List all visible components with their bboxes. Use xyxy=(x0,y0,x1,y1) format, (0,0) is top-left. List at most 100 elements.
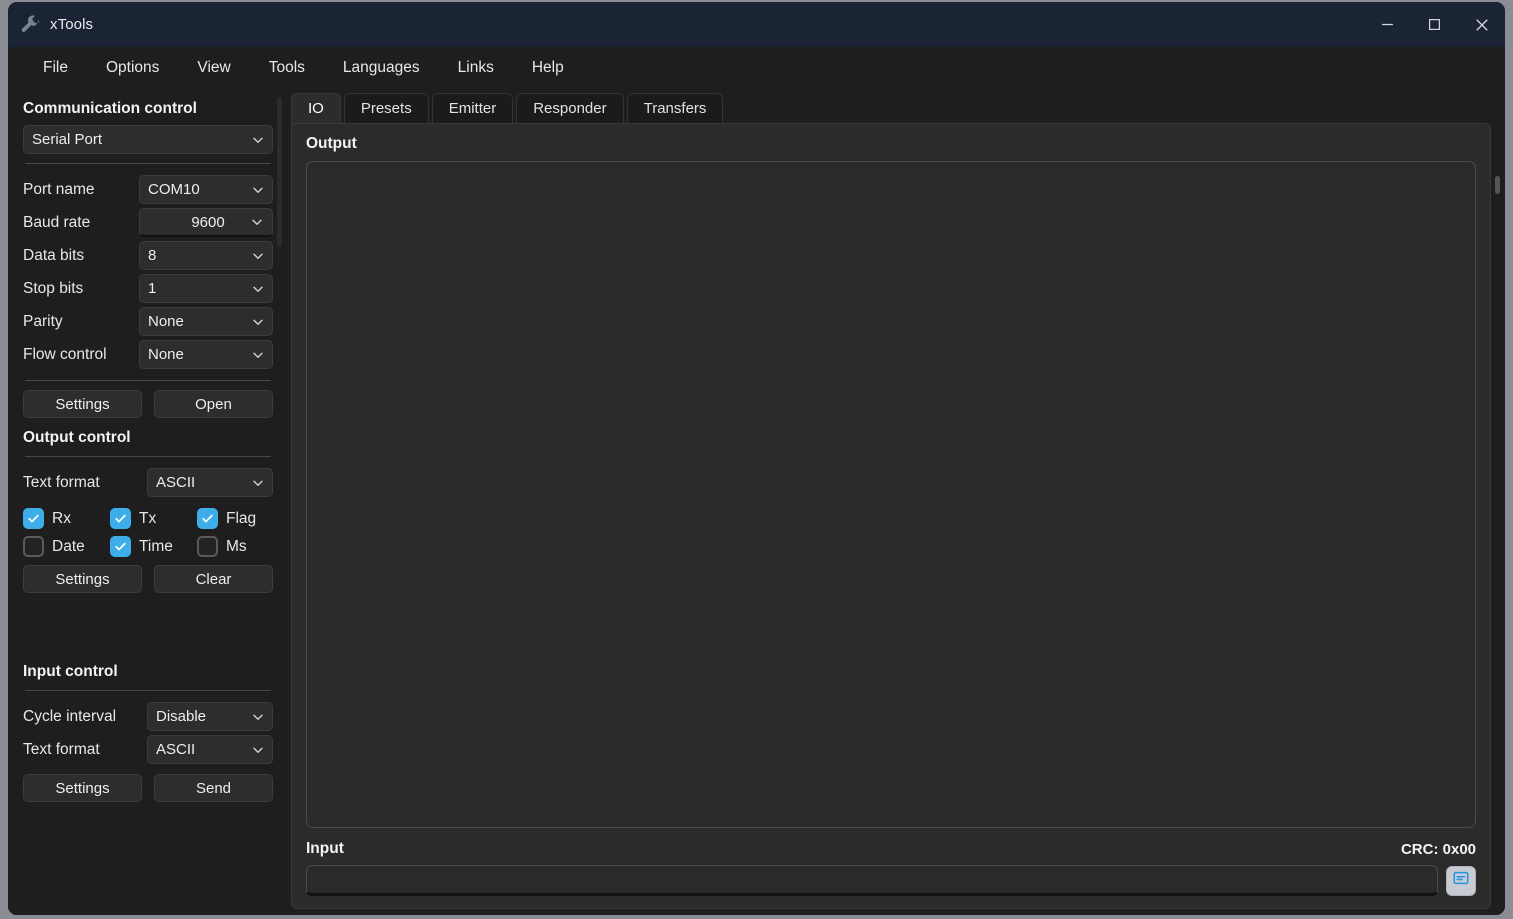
window-title: xTools xyxy=(50,16,93,33)
checkbox-tx-label: Tx xyxy=(139,510,156,528)
menu-item-help[interactable]: Help xyxy=(513,53,583,83)
chevron-down-icon xyxy=(248,740,268,760)
output-text-area[interactable] xyxy=(306,161,1476,828)
field-stop-bits: Stop bits 1 xyxy=(23,272,273,305)
divider xyxy=(25,380,271,381)
checkbox-time[interactable]: Time xyxy=(110,536,197,557)
input-row xyxy=(306,865,1476,896)
port-name-label: Port name xyxy=(23,181,131,199)
chevron-down-icon xyxy=(248,130,268,150)
field-cycle-interval: Cycle interval Disable xyxy=(23,700,273,733)
checkbox-rx[interactable]: Rx xyxy=(23,508,110,529)
field-parity: Parity None xyxy=(23,305,273,338)
input-text-format-label: Text format xyxy=(23,741,141,759)
sidebar-scrollbar[interactable] xyxy=(277,97,282,247)
chevron-down-icon xyxy=(248,312,268,332)
menu-item-options[interactable]: Options xyxy=(87,53,178,83)
communication-control-title: Communication control xyxy=(23,100,273,118)
checkbox-time-label: Time xyxy=(139,538,173,556)
communication-open-button[interactable]: Open xyxy=(154,390,273,418)
tab-io[interactable]: IO xyxy=(291,93,341,123)
app-window: xTools File Options View Tools Languages… xyxy=(8,2,1505,915)
data-bits-combo[interactable]: 8 xyxy=(139,241,273,270)
crc-value: CRC: 0x00 xyxy=(1401,841,1476,858)
baud-rate-combo[interactable]: 9600 xyxy=(139,208,273,237)
output-clear-button[interactable]: Clear xyxy=(154,565,273,593)
parity-combo[interactable]: None xyxy=(139,307,273,336)
output-flags-group: Rx Tx Flag xyxy=(23,508,273,557)
checkbox-date-label: Date xyxy=(52,538,85,556)
tab-responder[interactable]: Responder xyxy=(516,93,623,123)
menu-item-links[interactable]: Links xyxy=(439,53,513,83)
stop-bits-label: Stop bits xyxy=(23,280,131,298)
output-control-title: Output control xyxy=(23,429,273,447)
checkbox-flag[interactable]: Flag xyxy=(197,508,273,529)
check-icon xyxy=(23,508,44,529)
menu-item-view[interactable]: View xyxy=(178,53,249,83)
field-baud-rate: Baud rate 9600 xyxy=(23,206,273,239)
menu-item-languages[interactable]: Languages xyxy=(324,53,439,83)
cycle-interval-label: Cycle interval xyxy=(23,708,141,726)
input-text-format-combo[interactable]: ASCII xyxy=(147,735,273,764)
sidebar-spacer xyxy=(23,597,273,652)
flow-control-combo[interactable]: None xyxy=(139,340,273,369)
tab-transfers[interactable]: Transfers xyxy=(627,93,724,123)
title-bar: xTools xyxy=(8,2,1505,47)
chevron-down-icon xyxy=(248,279,268,299)
port-name-value: COM10 xyxy=(148,181,248,198)
tab-presets[interactable]: Presets xyxy=(344,93,429,123)
menu-item-tools[interactable]: Tools xyxy=(250,53,324,83)
chevron-down-icon xyxy=(248,707,268,727)
field-input-text-format: Text format ASCII xyxy=(23,733,273,766)
input-control-title: Input control xyxy=(23,663,273,681)
check-icon xyxy=(197,536,218,557)
minimize-button[interactable] xyxy=(1364,2,1411,47)
input-send-button[interactable]: Send xyxy=(154,774,273,802)
device-type-value: Serial Port xyxy=(32,131,248,148)
input-buttons: Settings Send xyxy=(23,774,273,802)
baud-rate-value: 9600 xyxy=(191,214,224,231)
wrench-icon xyxy=(19,14,41,36)
sidebar: Communication control Serial Port Port n… xyxy=(8,89,284,915)
field-flow-control: Flow control None xyxy=(23,338,273,371)
output-section-label: Output xyxy=(306,135,1476,153)
input-settings-button[interactable]: Settings xyxy=(23,774,142,802)
main-scrollbar[interactable] xyxy=(1495,176,1500,194)
device-type-combo[interactable]: Serial Port xyxy=(23,125,273,154)
menu-item-file[interactable]: File xyxy=(24,53,87,83)
communication-buttons: Settings Open xyxy=(23,390,273,418)
checkbox-flag-label: Flag xyxy=(226,510,256,528)
input-section-label: Input xyxy=(306,840,344,858)
cycle-interval-combo[interactable]: Disable xyxy=(147,702,273,731)
chevron-down-icon xyxy=(248,345,268,365)
input-field[interactable] xyxy=(306,865,1438,896)
baud-rate-label: Baud rate xyxy=(23,214,131,232)
parity-value: None xyxy=(148,313,248,330)
close-button[interactable] xyxy=(1458,2,1505,47)
checkbox-ms-label: Ms xyxy=(226,538,247,556)
output-text-format-label: Text format xyxy=(23,474,141,492)
note-text-icon xyxy=(1452,869,1470,892)
input-header: Input CRC: 0x00 xyxy=(306,840,1476,858)
check-icon xyxy=(197,508,218,529)
tab-emitter[interactable]: Emitter xyxy=(432,93,514,123)
chevron-down-icon xyxy=(247,212,267,232)
checkbox-tx[interactable]: Tx xyxy=(110,508,197,529)
checkbox-date[interactable]: Date xyxy=(23,536,110,557)
io-tab-panel: Output Input CRC: 0x00 xyxy=(291,123,1491,909)
checkbox-ms[interactable]: Ms xyxy=(197,536,273,557)
parity-label: Parity xyxy=(23,313,131,331)
body: Communication control Serial Port Port n… xyxy=(8,89,1505,915)
output-settings-button[interactable]: Settings xyxy=(23,565,142,593)
check-icon xyxy=(110,536,131,557)
note-text-icon-button[interactable] xyxy=(1446,866,1476,896)
field-port-name: Port name COM10 xyxy=(23,173,273,206)
port-name-combo[interactable]: COM10 xyxy=(139,175,273,204)
flow-control-value: None xyxy=(148,346,248,363)
maximize-button[interactable] xyxy=(1411,2,1458,47)
check-icon xyxy=(23,536,44,557)
divider xyxy=(25,163,271,164)
communication-settings-button[interactable]: Settings xyxy=(23,390,142,418)
stop-bits-combo[interactable]: 1 xyxy=(139,274,273,303)
output-text-format-combo[interactable]: ASCII xyxy=(147,468,273,497)
